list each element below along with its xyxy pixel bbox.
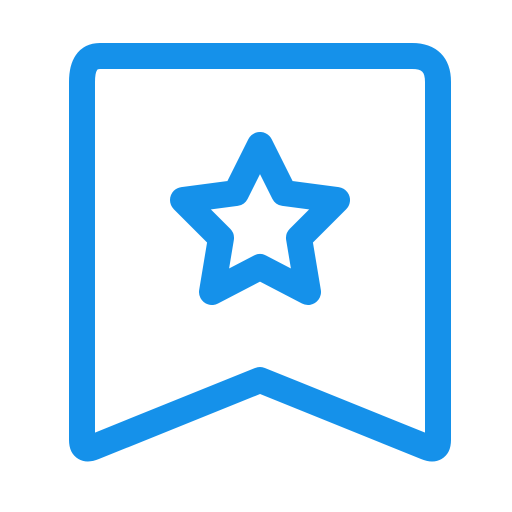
icon-canvas xyxy=(0,0,512,512)
bookmark-star-icon xyxy=(69,43,451,462)
